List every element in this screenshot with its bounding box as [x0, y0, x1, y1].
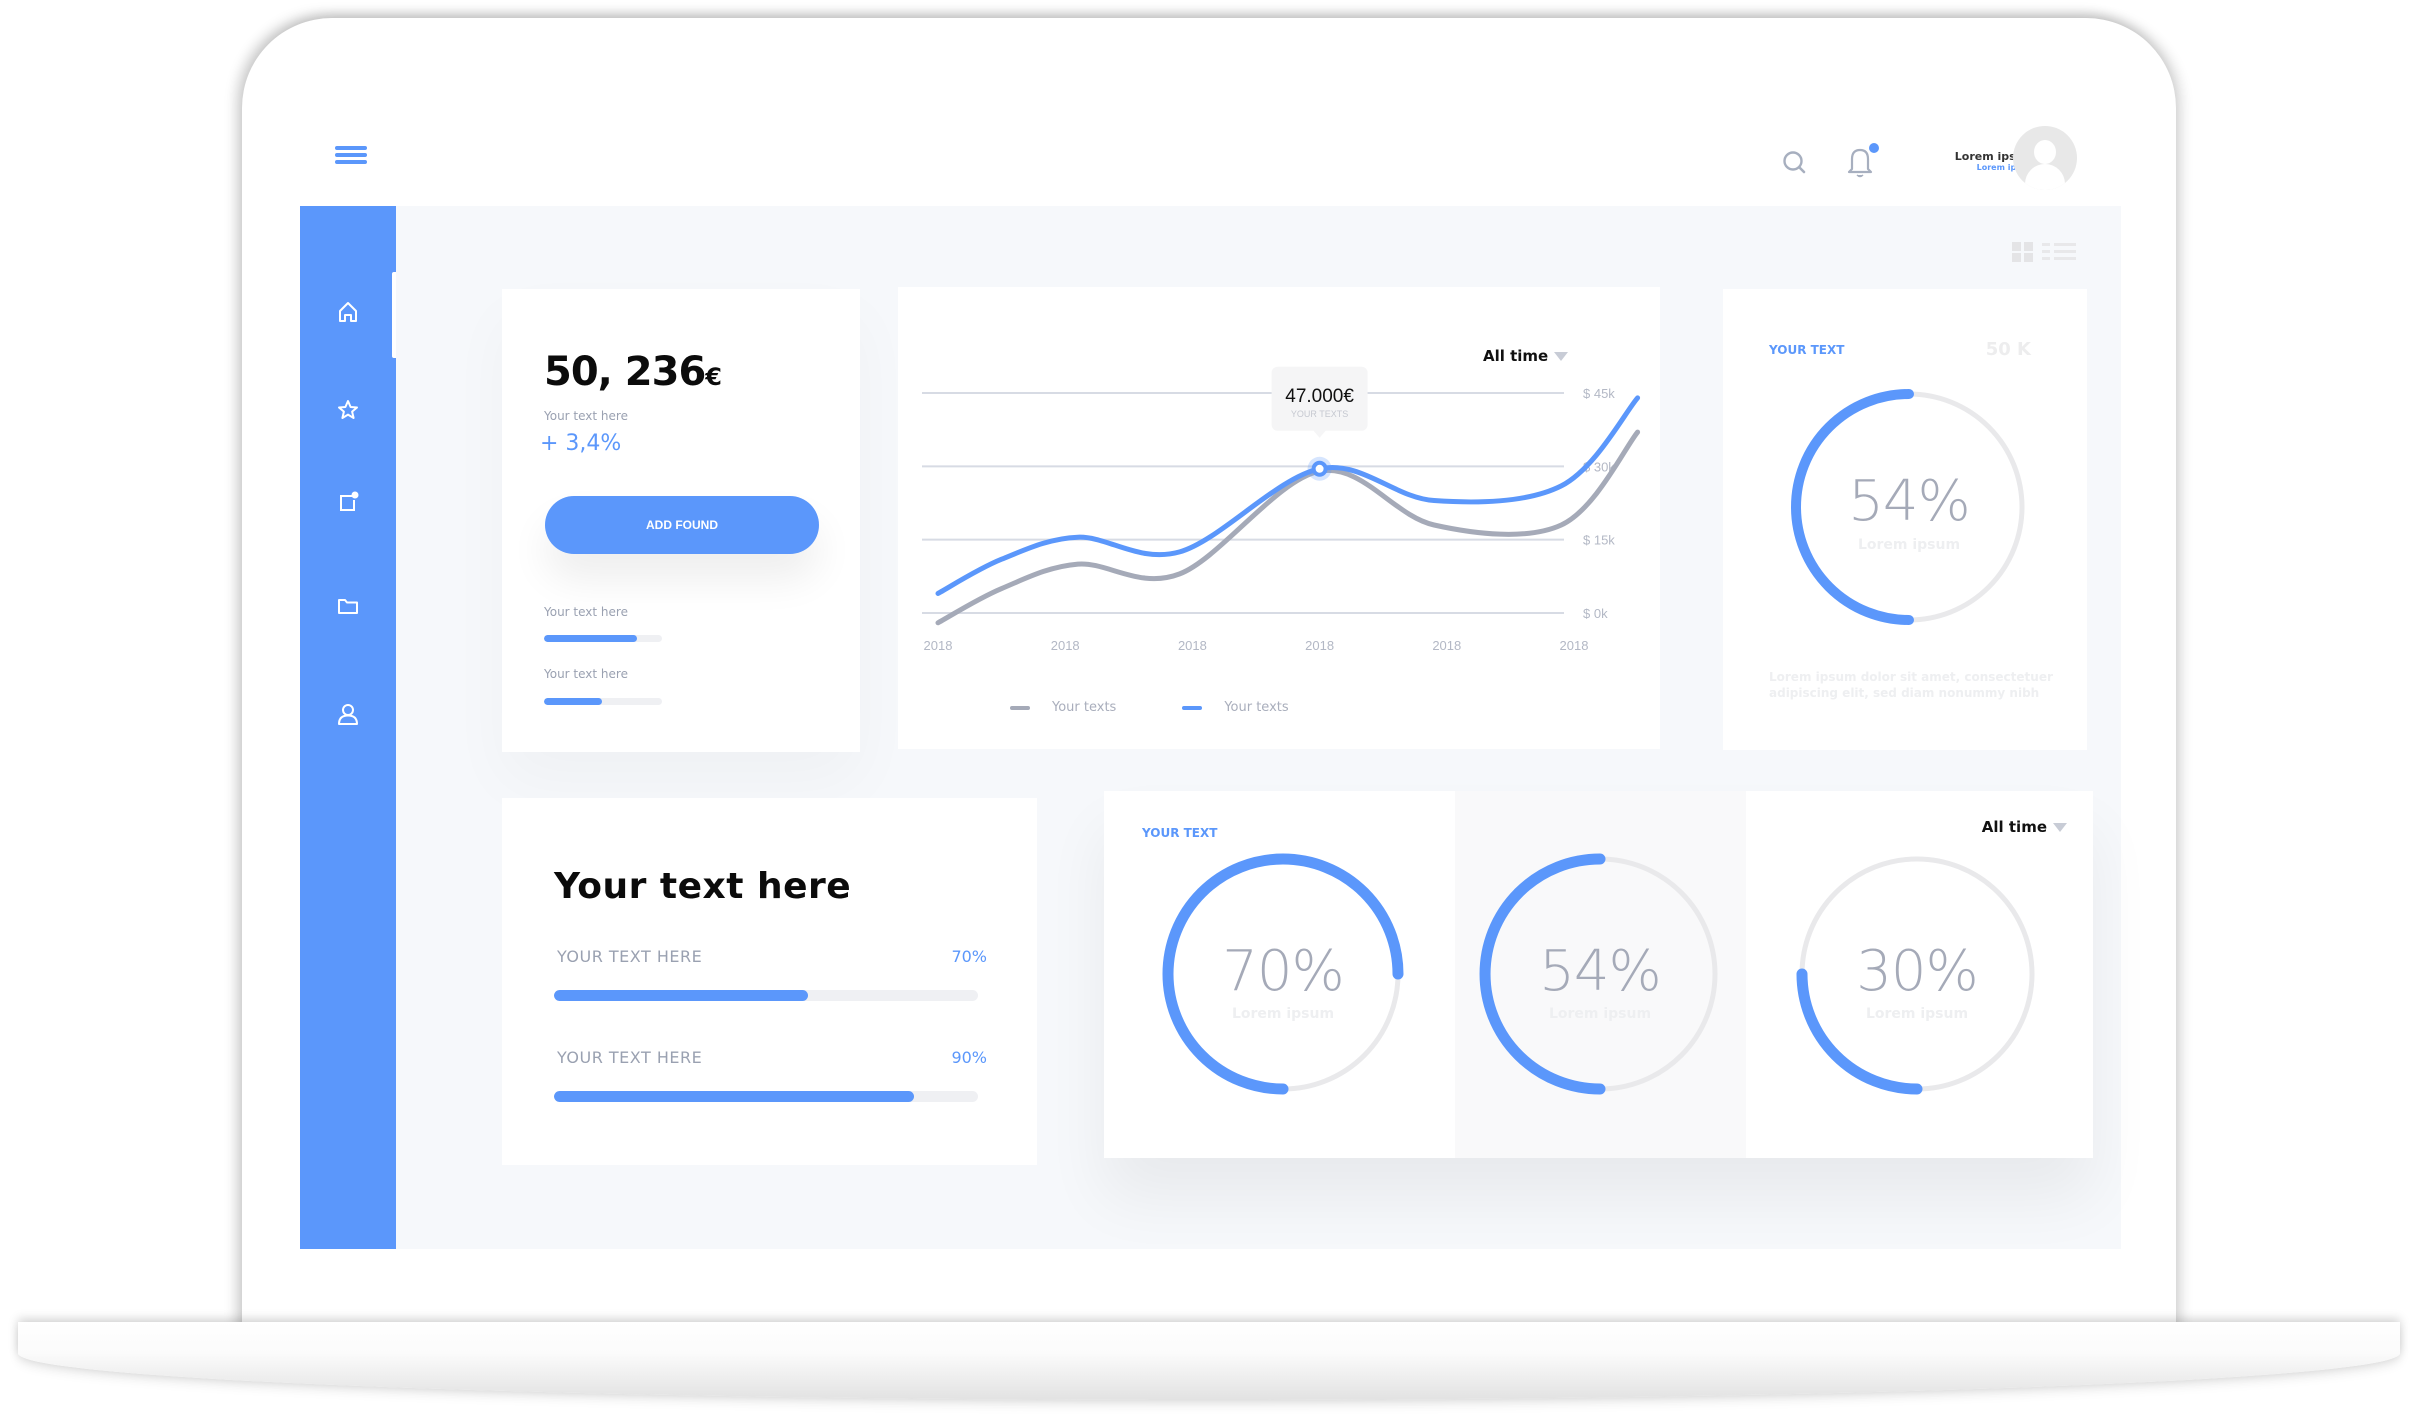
legend-item: Your texts — [1182, 700, 1289, 715]
legend-swatch — [1010, 705, 1030, 710]
ring-percent: 54% — [1539, 939, 1661, 1004]
skill-value: 90% — [951, 1048, 987, 1067]
skill-value: 70% — [951, 947, 987, 966]
chevron-down-icon — [1554, 351, 1569, 361]
search-icon[interactable] — [1780, 148, 1810, 178]
progress-label: Your text here — [544, 605, 628, 619]
chevron-down-icon — [2053, 822, 2067, 832]
hamburger-menu-icon[interactable] — [335, 146, 367, 166]
ring-card-description: Lorem ipsum dolor sit amet, consectetuer… — [1769, 670, 2053, 700]
add-found-button[interactable]: ADD FOUND — [545, 496, 819, 554]
ring-percent: 70% — [1222, 939, 1344, 1004]
user-icon — [338, 704, 358, 725]
balance-card: 50, 236€ Your text here + 3,4% ADD FOUND… — [502, 289, 860, 752]
notification-badge — [1869, 143, 1879, 153]
grid-view-icon[interactable] — [2012, 242, 2034, 262]
progress-bar — [544, 635, 662, 642]
sidebar-item-favorites[interactable] — [334, 396, 362, 424]
balance-change: + 3,4% — [540, 431, 622, 456]
progress-fill — [544, 635, 638, 642]
ring-caption: Lorem ipsum — [1857, 537, 1961, 553]
rings-card-tag: YOUR TEXT — [1142, 826, 1218, 840]
legend-item: Your texts — [1010, 700, 1116, 715]
chart-legend: Your texts Your texts — [1010, 700, 1289, 715]
period-filter-dropdown[interactable]: All time — [1483, 347, 1569, 365]
notifications-button[interactable] — [1843, 143, 1879, 181]
legend-swatch — [1182, 705, 1203, 710]
progress-ring: 54% Lorem ipsum — [1477, 851, 1723, 1097]
home-icon — [339, 302, 357, 322]
skills-title: Your text here — [554, 866, 852, 907]
ring-caption: Lorem ipsum — [1548, 1006, 1652, 1022]
sidebar-item-profile[interactable] — [334, 700, 362, 728]
period-filter-dropdown[interactable]: All time — [1982, 818, 2067, 836]
progress-fill — [554, 990, 809, 1001]
laptop-base — [18, 1322, 2400, 1400]
balance-amount: 50, 236€ — [544, 349, 722, 395]
progress-ring: 54% Lorem ipsum — [1789, 387, 2029, 627]
ring-percent: 54% — [1848, 469, 1970, 534]
ring-card: YOUR TEXT 50 K 54% Lorem ipsum Lorem ips… — [1723, 289, 2087, 750]
sidebar — [300, 206, 396, 1249]
skills-card: Your text here YOUR TEXT HERE 70% YOUR T… — [502, 798, 1037, 1165]
skill-label: YOUR TEXT HERE — [557, 1048, 703, 1067]
sidebar-item-files[interactable] — [334, 592, 362, 620]
user-avatar-icon[interactable] — [2013, 126, 2077, 190]
star-icon — [338, 400, 358, 419]
balance-subtitle: Your text here — [544, 409, 628, 423]
sidebar-item-notes[interactable] — [334, 488, 362, 516]
ring-caption: Lorem ipsum — [1865, 1006, 1969, 1022]
progress-fill — [554, 1091, 915, 1102]
ring-card-total: 50 K — [1985, 339, 2031, 360]
progress-fill — [544, 698, 602, 705]
rings-card: YOUR TEXT All time 70% Lorem ipsum 54% L… — [1104, 791, 2093, 1158]
progress-ring: 30% Lorem ipsum — [1794, 851, 2040, 1097]
sidebar-item-home[interactable] — [334, 298, 362, 326]
progress-bar — [544, 698, 662, 705]
ring-percent: 30% — [1856, 939, 1978, 1004]
ring-caption: Lorem ipsum — [1231, 1006, 1335, 1022]
ring-card-tag: YOUR TEXT — [1769, 343, 1845, 357]
progress-ring: 70% Lorem ipsum — [1160, 851, 1406, 1097]
list-view-icon[interactable] — [2042, 243, 2076, 261]
skill-progress-bar — [554, 990, 978, 1001]
skill-label: YOUR TEXT HERE — [557, 947, 703, 966]
progress-label: Your text here — [544, 667, 628, 681]
folder-icon — [338, 599, 358, 614]
note-badge-icon — [340, 491, 359, 511]
skill-progress-bar — [554, 1091, 978, 1102]
